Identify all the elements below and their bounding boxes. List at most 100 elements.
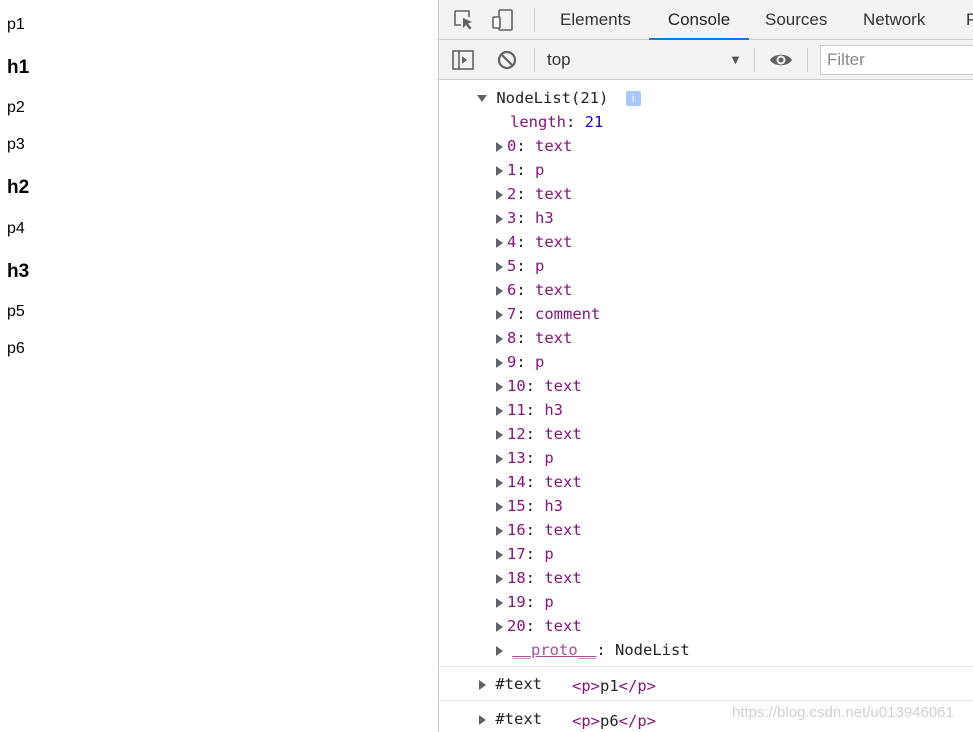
collapse-arrow-icon[interactable] (496, 477, 503, 488)
nodelist-item[interactable]: 7: comment (496, 302, 600, 326)
nodelist-item[interactable]: 12: text (496, 422, 582, 446)
nodelist-item[interactable]: 18: text (496, 566, 582, 590)
clear-console-icon[interactable] (495, 48, 519, 72)
device-toolbar-icon[interactable] (491, 8, 515, 32)
item-index: 12 (507, 425, 526, 443)
collapse-arrow-icon[interactable] (496, 381, 503, 392)
expand-arrow-icon[interactable] (477, 95, 487, 102)
collapse-arrow-icon[interactable] (496, 621, 503, 632)
nodelist-item[interactable]: 13: p (496, 446, 554, 470)
nodelist-item[interactable]: 4: text (496, 230, 572, 254)
tab-overflow-partial[interactable]: P (966, 0, 973, 40)
item-index: 19 (507, 593, 526, 611)
message-divider (439, 700, 973, 701)
collapse-arrow-icon[interactable] (496, 213, 503, 224)
nodelist-item[interactable]: 6: text (496, 278, 572, 302)
item-index: 10 (507, 377, 526, 395)
nodelist-item[interactable]: 0: text (496, 134, 572, 158)
collapse-arrow-icon[interactable] (496, 525, 503, 536)
proto-property[interactable]: __proto__: NodeList (496, 638, 690, 662)
collapse-arrow-icon[interactable] (479, 714, 486, 725)
nodelist-item[interactable]: 15: h3 (496, 494, 563, 518)
dropdown-arrow-icon: ▼ (729, 52, 742, 67)
item-type: h3 (535, 209, 554, 227)
nodelist-item[interactable]: 5: p (496, 254, 544, 278)
tab-elements[interactable]: Elements (560, 0, 631, 40)
toolbar-divider-3 (807, 48, 808, 72)
item-index: 5 (507, 257, 517, 275)
item-type: h3 (544, 497, 564, 515)
message-element[interactable]: <p>p1</p> (572, 674, 656, 698)
item-index: 11 (507, 401, 526, 419)
item-index: 3 (507, 209, 517, 227)
item-type: text (544, 617, 582, 635)
collapse-arrow-icon[interactable] (496, 237, 503, 248)
length-key: length (510, 113, 566, 131)
info-icon[interactable]: i (625, 91, 641, 106)
nodelist-item[interactable]: 8: text (496, 326, 572, 350)
nodelist-item[interactable]: 16: text (496, 518, 582, 542)
collapse-arrow-icon[interactable] (496, 645, 503, 656)
live-expression-eye-icon[interactable] (769, 48, 793, 72)
console-message[interactable]: #text (479, 707, 542, 731)
message-element[interactable]: <p>p6</p> (572, 709, 656, 732)
nodelist-item[interactable]: 3: h3 (496, 206, 554, 230)
toolbar-divider (534, 48, 535, 72)
nodelist-item[interactable]: 20: text (496, 614, 582, 638)
tab-console[interactable]: Console (649, 0, 749, 40)
nodelist-item[interactable]: 19: p (496, 590, 554, 614)
context-selector[interactable]: top ▼ (539, 40, 749, 80)
collapse-arrow-icon[interactable] (496, 261, 503, 272)
inspect-element-icon[interactable] (452, 8, 476, 32)
nodelist-item[interactable]: 9: p (496, 350, 544, 374)
item-index: 6 (507, 281, 517, 299)
item-type: text (535, 329, 573, 347)
collapse-arrow-icon[interactable] (496, 405, 503, 416)
sidebar-toggle-icon[interactable] (451, 48, 475, 72)
filter-input[interactable] (820, 45, 973, 75)
message-label: #text (495, 675, 543, 693)
item-index: 8 (507, 329, 517, 347)
item-type: comment (535, 305, 601, 323)
item-type: p (535, 161, 545, 179)
nodelist-item[interactable]: 10: text (496, 374, 582, 398)
collapse-arrow-icon[interactable] (496, 285, 503, 296)
collapse-arrow-icon[interactable] (496, 141, 503, 152)
item-type: p (544, 545, 554, 563)
item-type: text (535, 137, 573, 155)
item-type: text (544, 473, 582, 491)
collapse-arrow-icon[interactable] (496, 597, 503, 608)
console-message[interactable]: #text (479, 672, 542, 696)
nodelist-item[interactable]: 11: h3 (496, 398, 563, 422)
tab-network[interactable]: Network (863, 0, 925, 40)
collapse-arrow-icon[interactable] (496, 309, 503, 320)
watermark: https://blog.csdn.net/u013946061 (732, 704, 954, 721)
heading-h3: h3 (7, 261, 30, 282)
collapse-arrow-icon[interactable] (496, 549, 503, 560)
collapse-arrow-icon[interactable] (496, 357, 503, 368)
collapse-arrow-icon[interactable] (496, 165, 503, 176)
item-type: p (544, 593, 554, 611)
collapse-arrow-icon[interactable] (496, 429, 503, 440)
collapse-arrow-icon[interactable] (496, 573, 503, 584)
close-tag: </p> (618, 677, 656, 695)
collapse-arrow-icon[interactable] (479, 679, 486, 690)
item-type: text (535, 233, 573, 251)
nodelist-item[interactable]: 1: p (496, 158, 544, 182)
nodelist-item[interactable]: 2: text (496, 182, 572, 206)
item-index: 14 (507, 473, 526, 491)
console-toolbar: top ▼ (439, 40, 973, 80)
nodelist-item[interactable]: 17: p (496, 542, 554, 566)
devtools-tabbar: Elements Console Sources Network P (439, 0, 973, 40)
nodelist-header[interactable]: NodeList(21) i (477, 86, 641, 110)
length-property: length: 21 (510, 113, 604, 131)
item-index: 13 (507, 449, 526, 467)
collapse-arrow-icon[interactable] (496, 189, 503, 200)
collapse-arrow-icon[interactable] (496, 333, 503, 344)
tab-sources[interactable]: Sources (765, 0, 827, 40)
tag-content: p1 (600, 677, 619, 695)
collapse-arrow-icon[interactable] (496, 501, 503, 512)
nodelist-item[interactable]: 14: text (496, 470, 582, 494)
devtools-panel: Elements Console Sources Network P top ▼ (438, 0, 973, 732)
collapse-arrow-icon[interactable] (496, 453, 503, 464)
